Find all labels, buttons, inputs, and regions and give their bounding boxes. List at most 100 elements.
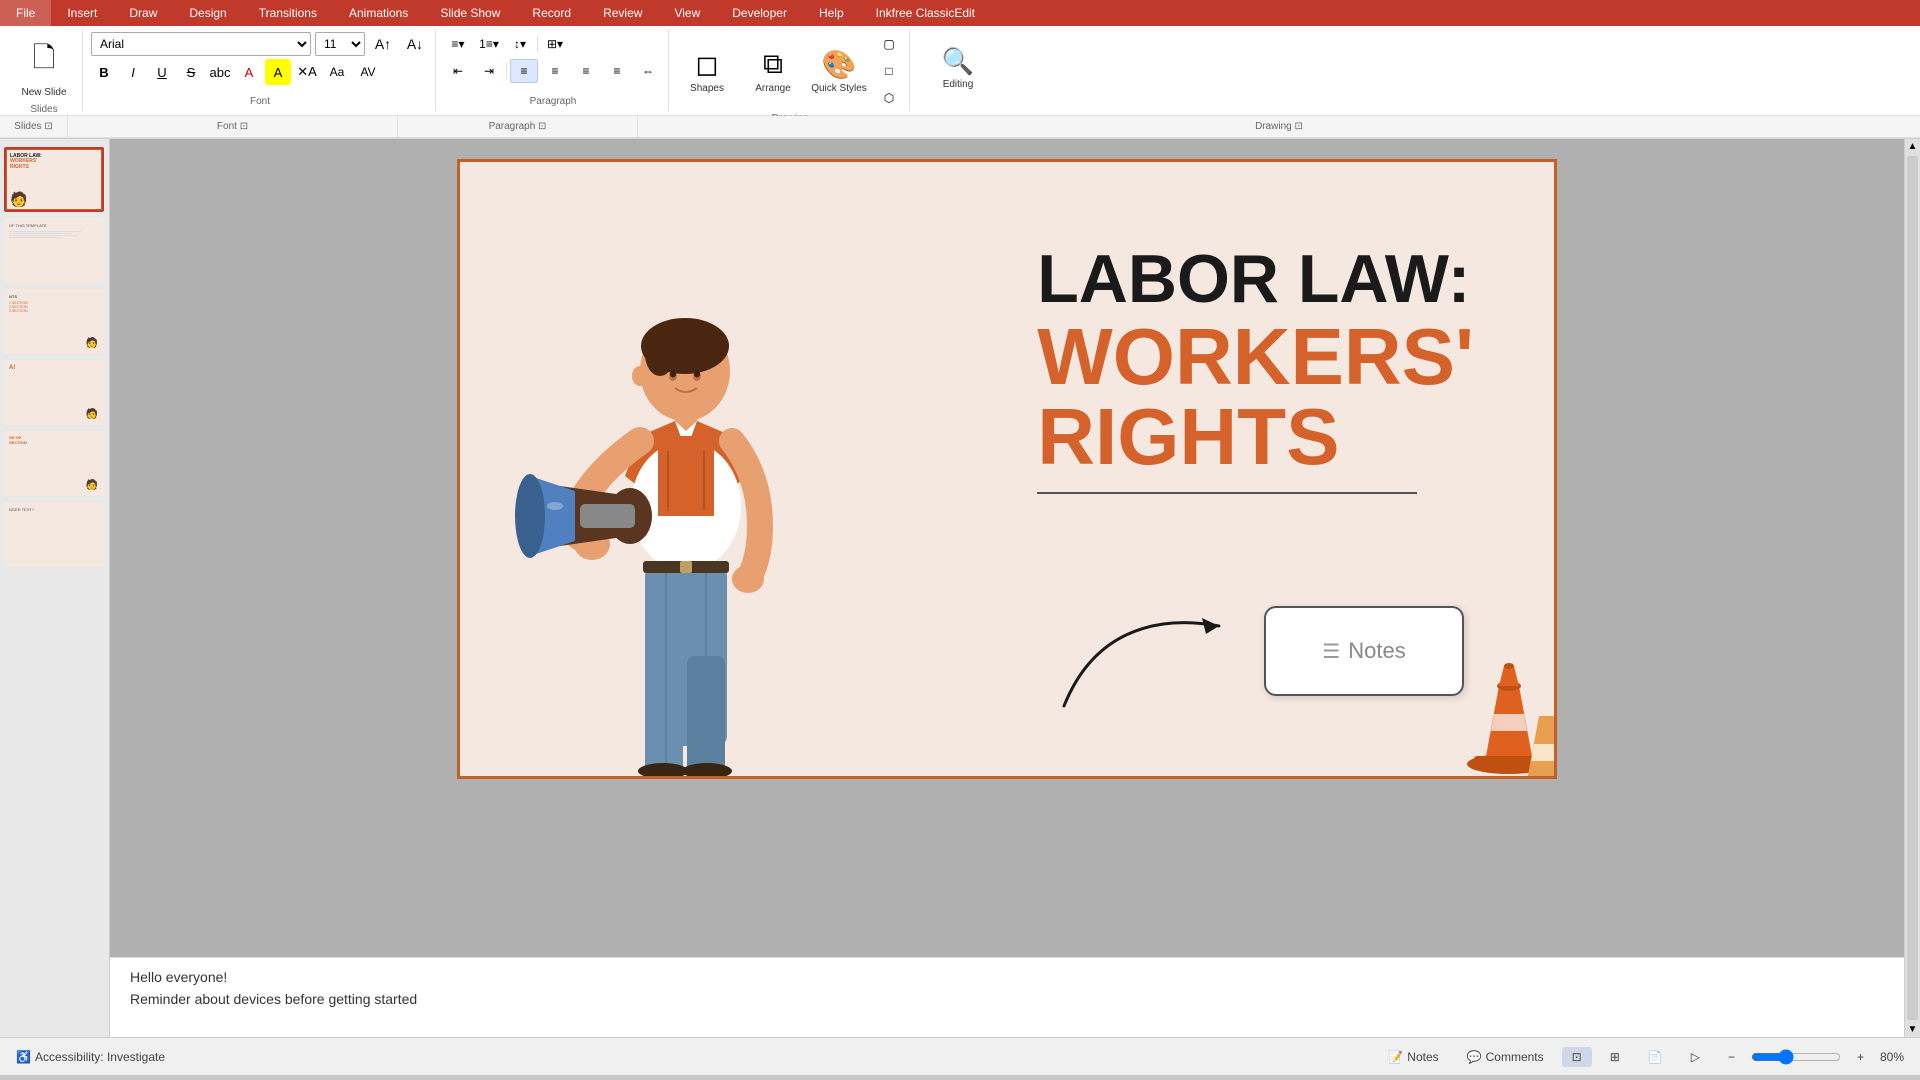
zoom-control: − + 80% (1718, 1047, 1904, 1067)
accessibility-status: ♿ Accessibility: Investigate (16, 1050, 165, 1064)
zoom-slider[interactable] (1751, 1049, 1841, 1065)
justify-btn[interactable]: ≡ (603, 59, 631, 83)
line-spacing-btn[interactable]: ↕▾ (506, 32, 534, 56)
align-right-btn[interactable]: ≡ (572, 59, 600, 83)
slide-thumb-6[interactable]: NGER TEXT? (4, 502, 104, 567)
slides-group: 🗋 New Slide Slides (6, 30, 83, 111)
scroll-up-btn[interactable]: ▲ (1905, 139, 1920, 154)
tab-developer[interactable]: Developer (716, 0, 803, 26)
paragraph-row-1: ≡▾ 1≡▾ ↕▾ ⊞▾ (444, 32, 662, 56)
font-group: Arial 11 A↑ A↓ B I U S abc A A ✕A Aa AV (85, 30, 436, 111)
slide-thumb-1[interactable]: LABOR LAW: WORKERS'RIGHTS 🧑 (4, 147, 104, 212)
slide-sub-title-1: WORKERS' (1037, 317, 1474, 397)
worker-illustration (500, 276, 840, 776)
italic-btn[interactable]: I (120, 59, 146, 85)
tab-file[interactable]: File (0, 0, 51, 26)
vertical-scrollbar[interactable]: ▲ ▼ (1904, 139, 1920, 1037)
slide-thumb-4[interactable]: A! 🧑 (4, 360, 104, 425)
paragraph-section-label: Paragraph ⊡ (398, 116, 638, 137)
font-row-1: Arial 11 A↑ A↓ (91, 32, 429, 56)
font-group-label: Font (91, 96, 429, 109)
slide-divider (1037, 492, 1417, 494)
tab-animations[interactable]: Animations (333, 0, 424, 26)
ribbon-tabs-bar: File Insert Draw Design Transitions Anim… (0, 0, 1920, 26)
main-area: LABOR LAW: WORKERS'RIGHTS 🧑 OF THIS TEMP… (0, 139, 1920, 1037)
slides-panel: LABOR LAW: WORKERS'RIGHTS 🧑 OF THIS TEMP… (0, 139, 110, 1037)
bullet-list-btn[interactable]: ≡▾ (444, 32, 472, 56)
status-bar-right: 📝 Notes 💬 Comments ⊡ ⊞ 📄 ▷ − + 80% (1378, 1047, 1904, 1067)
ribbon-toolbar: 🗋 New Slide Slides Arial 11 A↑ A↓ B I (0, 26, 1920, 116)
paragraph-group-label: Paragraph (444, 96, 662, 109)
drawing-btns: ◻ Shapes ⧉ Arrange 🎨 Quick Styles ▢ □ ⬡ (677, 32, 903, 110)
tab-design[interactable]: Design (173, 0, 242, 26)
decrease-indent-btn[interactable]: ⇤ (444, 59, 472, 83)
paragraph-row-2: ⇤ ⇥ ≡ ≡ ≡ ≡ ⇔ (444, 59, 662, 83)
text-direction-btn[interactable]: ⇔ (634, 59, 662, 83)
font-case-btn[interactable]: Aa (323, 60, 351, 84)
tab-slideshow[interactable]: Slide Show (424, 0, 516, 26)
font-size-selector[interactable]: 11 (315, 32, 365, 56)
slide-sorter-btn[interactable]: ⊞ (1600, 1047, 1630, 1067)
shape-outline-btn[interactable]: □ (875, 59, 903, 83)
numbered-list-btn[interactable]: 1≡▾ (475, 32, 503, 56)
new-slide-button[interactable]: 🗋 New Slide (14, 32, 74, 104)
font-row-2: B I U S abc A A ✕A Aa AV (91, 59, 429, 85)
shapes-button[interactable]: ◻ Shapes (677, 35, 737, 107)
bold-btn[interactable]: B (91, 59, 117, 85)
reading-view-btn[interactable]: 📄 (1638, 1047, 1673, 1067)
canvas-notes-area: LABOR LAW: WORKERS' RIGHTS (110, 139, 1904, 1037)
tab-insert[interactable]: Insert (51, 0, 113, 26)
arrange-button[interactable]: ⧉ Arrange (743, 35, 803, 107)
slide-thumb-5[interactable]: GE OFSECTION 🧑 (4, 431, 104, 496)
slide-thumb-3[interactable]: NTS 1 SECTION2 SECTION3 SECTION 🧑 (4, 289, 104, 354)
editing-button[interactable]: 🔍 Editing (918, 32, 998, 104)
underline-btn[interactable]: U (149, 59, 175, 85)
scroll-down-btn[interactable]: ▼ (1905, 1022, 1920, 1037)
notes-statusbar-icon: 📝 (1388, 1050, 1403, 1064)
strikethrough-btn[interactable]: S (178, 59, 204, 85)
quick-styles-button[interactable]: 🎨 Quick Styles (809, 35, 869, 107)
font-family-selector[interactable]: Arial (91, 32, 311, 56)
tab-draw[interactable]: Draw (113, 0, 173, 26)
zoom-in-btn[interactable]: + (1847, 1047, 1874, 1067)
increase-indent-btn[interactable]: ⇥ (475, 59, 503, 83)
shapes-icon: ◻ (695, 48, 718, 81)
char-spacing-btn[interactable]: AV (354, 60, 382, 84)
shape-fill-btn[interactable]: ▢ (875, 32, 903, 56)
slide-main-title: LABOR LAW: (1037, 242, 1474, 317)
decrease-font-btn[interactable]: A↓ (401, 32, 429, 56)
slide-canvas[interactable]: LABOR LAW: WORKERS' RIGHTS (457, 159, 1557, 779)
zoom-out-btn[interactable]: − (1718, 1047, 1745, 1067)
drawing-group: ◻ Shapes ⧉ Arrange 🎨 Quick Styles ▢ □ ⬡ … (671, 30, 910, 111)
font-section-label: Font ⊡ (68, 116, 398, 137)
arrow-annotation (1044, 576, 1264, 726)
comments-icon: 💬 (1467, 1050, 1482, 1064)
slide-sub-title-2: RIGHTS (1037, 397, 1474, 477)
tab-help[interactable]: Help (803, 0, 860, 26)
slide-thumb-2[interactable]: OF THIS TEMPLATE (4, 218, 104, 283)
slide-title-block: LABOR LAW: WORKERS' RIGHTS (1037, 242, 1474, 509)
slideshow-btn[interactable]: ▷ (1681, 1047, 1710, 1067)
align-center-btn[interactable]: ≡ (541, 59, 569, 83)
shape-effects-btn[interactable]: ⬡ (875, 86, 903, 110)
normal-view-btn[interactable]: ⊡ (1562, 1047, 1592, 1067)
editing-icon: 🔍 (942, 46, 974, 77)
text-shadow-btn[interactable]: abc (207, 59, 233, 85)
clear-format-btn[interactable]: ✕A (294, 59, 320, 85)
tab-transitions[interactable]: Transitions (243, 0, 333, 26)
zoom-level: 80% (1880, 1050, 1904, 1064)
tab-inkfree[interactable]: Inkfree ClassicEdit (860, 0, 991, 26)
columns-btn[interactable]: ⊞▾ (541, 32, 569, 56)
notes-statusbar-btn[interactable]: 📝 Notes (1378, 1047, 1448, 1067)
comments-btn[interactable]: 💬 Comments (1457, 1047, 1554, 1067)
notes-line-1: Hello everyone! (130, 966, 1884, 988)
font-color-btn[interactable]: A (236, 59, 262, 85)
tab-review[interactable]: Review (587, 0, 658, 26)
tab-record[interactable]: Record (516, 0, 587, 26)
tab-view[interactable]: View (658, 0, 716, 26)
ribbon-section-labels: Slides ⊡ Font ⊡ Paragraph ⊡ Drawing ⊡ (0, 116, 1920, 138)
align-left-btn[interactable]: ≡ (510, 59, 538, 83)
highlight-btn[interactable]: A (265, 59, 291, 85)
scroll-thumb[interactable] (1907, 156, 1918, 1020)
increase-font-btn[interactable]: A↑ (369, 32, 397, 56)
